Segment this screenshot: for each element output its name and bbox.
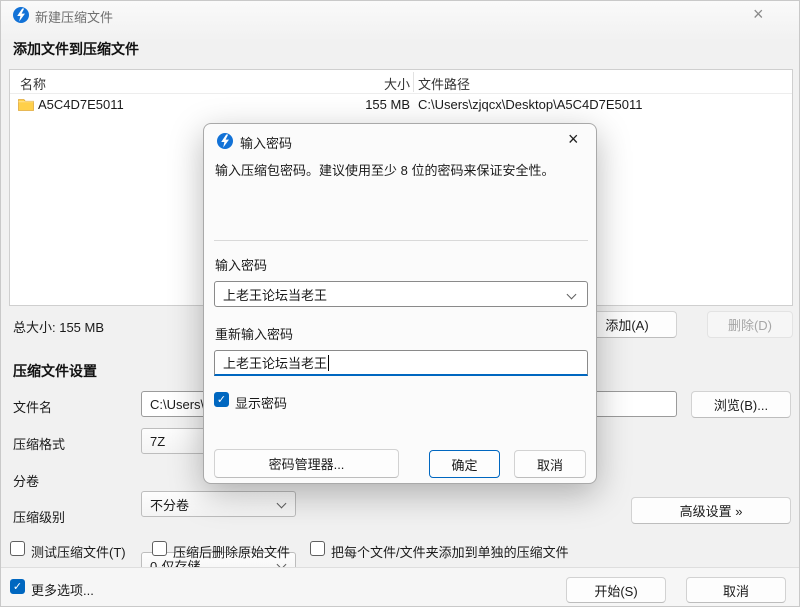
delete-original-checkbox[interactable] — [152, 541, 167, 556]
password-input[interactable]: 上老王论坛当老王 — [214, 281, 588, 307]
confirm-password-label: 重新输入密码 — [215, 327, 294, 342]
volume-label: 分卷 — [13, 474, 40, 489]
volume-combobox[interactable]: 不分卷 — [141, 491, 296, 517]
password-value: 上老王论坛当老王 — [223, 287, 328, 303]
chevron-down-icon[interactable] — [566, 289, 577, 300]
dialog-close-icon[interactable]: × — [568, 130, 579, 148]
app-logo-icon — [13, 7, 29, 26]
dialog-title: 输入密码 — [240, 136, 293, 151]
table-header-row: 名称 大小 文件路径 — [10, 70, 792, 94]
more-options-checkbox[interactable]: ✓ — [10, 579, 25, 594]
row-name: A5C4D7E5011 — [38, 97, 124, 112]
archive-settings-heading: 压缩文件设置 — [13, 363, 97, 379]
start-button[interactable]: 开始(S) — [566, 577, 666, 603]
filename-value: C:\Users\ — [150, 396, 205, 412]
browse-button[interactable]: 浏览(B)... — [691, 391, 791, 418]
folder-icon — [18, 98, 34, 114]
row-path: C:\Users\zjqcx\Desktop\A5C4D7E5011 — [418, 97, 643, 112]
more-options-label[interactable]: 更多选项... — [31, 580, 94, 599]
show-password-label[interactable]: 显示密码 — [235, 393, 287, 412]
row-size: 155 MB — [365, 97, 410, 112]
window-close-icon[interactable]: × — [753, 5, 764, 23]
password-manager-button[interactable]: 密码管理器... — [214, 449, 399, 478]
dialog-separator — [214, 240, 588, 241]
volume-value: 不分卷 — [150, 497, 190, 513]
format-value: 7Z — [150, 433, 166, 449]
advanced-settings-button[interactable]: 高级设置 » — [631, 497, 791, 524]
ok-button[interactable]: 确定 — [429, 450, 500, 478]
column-header-size[interactable]: 大小 — [350, 74, 410, 93]
dialog-description: 输入压缩包密码。建议使用至少 8 位的密码来保证安全性。 — [215, 163, 555, 178]
column-header-name[interactable]: 名称 — [20, 74, 46, 93]
dialog-cancel-button[interactable]: 取消 — [514, 450, 586, 478]
column-header-path[interactable]: 文件路径 — [418, 74, 470, 93]
filename-label: 文件名 — [13, 400, 53, 415]
add-files-heading: 添加文件到压缩文件 — [13, 41, 139, 57]
new-archive-window: 新建压缩文件 × 添加文件到压缩文件 名称 大小 文件路径 A5C4D7E501… — [0, 0, 800, 607]
password-label: 输入密码 — [215, 258, 268, 273]
total-size-label: 总大小: 155 MB — [13, 320, 105, 335]
format-label: 压缩格式 — [13, 437, 66, 452]
test-archive-label: 测试压缩文件(T) — [31, 545, 126, 560]
delete-button[interactable]: 删除(D) — [707, 311, 793, 338]
dialog-logo-icon — [217, 133, 233, 152]
separate-archives-label: 把每个文件/文件夹添加到单独的压缩文件 — [331, 545, 569, 560]
chevron-down-icon — [276, 498, 287, 509]
table-row[interactable]: A5C4D7E5011 155 MB C:\Users\zjqcx\Deskto… — [10, 95, 792, 115]
confirm-password-value: 上老王论坛当老王 — [223, 356, 328, 371]
column-divider[interactable] — [413, 72, 414, 92]
text-caret — [328, 354, 330, 371]
level-label: 压缩级别 — [13, 510, 66, 525]
footer-cancel-button[interactable]: 取消 — [686, 577, 786, 603]
footer-bar — [1, 567, 799, 606]
show-password-checkbox[interactable]: ✓ — [214, 392, 229, 407]
confirm-password-input[interactable]: 上老王论坛当老王 — [214, 350, 588, 376]
delete-original-label: 压缩后删除原始文件 — [173, 545, 291, 560]
password-dialog: 输入密码 × 输入压缩包密码。建议使用至少 8 位的密码来保证安全性。 输入密码… — [203, 123, 597, 484]
window-title: 新建压缩文件 — [35, 10, 114, 25]
test-archive-checkbox[interactable] — [10, 541, 25, 556]
separate-archives-checkbox[interactable] — [310, 541, 325, 556]
